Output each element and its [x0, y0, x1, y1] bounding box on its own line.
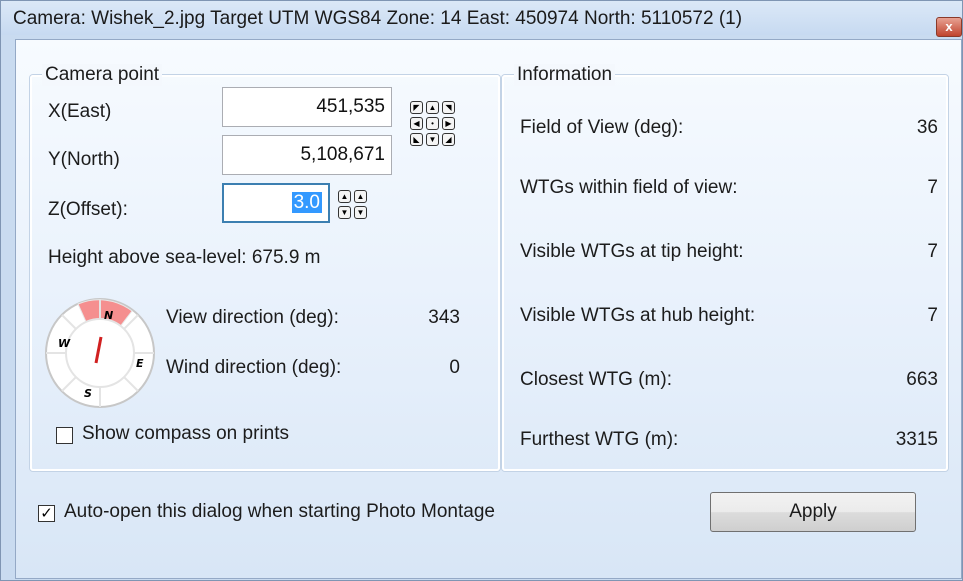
- y-north-label: Y(North): [48, 149, 120, 170]
- compass-south-letter: S: [84, 387, 92, 400]
- information-title: Information: [514, 64, 616, 86]
- wind-direction-label: Wind direction (deg):: [166, 357, 342, 378]
- pan-right-icon[interactable]: ▶: [442, 117, 455, 130]
- z-down-icon[interactable]: ▼: [354, 206, 367, 219]
- pan-up-right-icon[interactable]: ◥: [442, 101, 455, 114]
- checkmark-icon: ✓: [40, 505, 53, 522]
- z-down-fast-icon[interactable]: ▼: [338, 206, 351, 219]
- info-label-field-of-view: Field of View (deg):: [520, 117, 684, 138]
- compass-east-letter: E: [136, 357, 144, 370]
- compass-icon[interactable]: N W E S: [44, 297, 156, 409]
- window-title: Camera: Wishek_2.jpg Target UTM WGS84 Zo…: [13, 8, 743, 29]
- view-direction-label: View direction (deg):: [166, 307, 339, 328]
- x-east-label: X(East): [48, 101, 112, 122]
- information-group: Information Field of View (deg): 36 WTGs…: [502, 64, 948, 471]
- close-button[interactable]: x: [936, 17, 962, 37]
- wind-direction-value[interactable]: 0: [408, 357, 460, 379]
- dialog-window: Camera: Wishek_2.jpg Target UTM WGS84 Zo…: [0, 0, 963, 581]
- show-compass-checkbox[interactable]: [56, 427, 73, 444]
- pan-up-icon[interactable]: ▲: [426, 101, 439, 114]
- close-icon: x: [945, 19, 953, 34]
- info-value-closest-wtg: 663: [906, 369, 938, 390]
- z-offset-label: Z(Offset):: [48, 199, 128, 220]
- pan-down-icon[interactable]: ▼: [426, 133, 439, 146]
- info-label-wtgs-in-fov: WTGs within field of view:: [520, 177, 738, 198]
- dialog-body: Camera point X(East) 451,535 Y(North) 5,…: [15, 39, 962, 579]
- z-offset-spinner: ▲ ▲ ▼ ▼: [338, 190, 367, 219]
- pan-arrows: ◤ ▲ ◥ ◀ • ▶ ◣ ▼ ◢: [410, 101, 455, 146]
- camera-point-title: Camera point: [42, 64, 163, 86]
- info-value-field-of-view: 36: [916, 117, 938, 138]
- view-direction-value[interactable]: 343: [408, 307, 460, 329]
- z-up-fast-icon[interactable]: ▲: [338, 190, 351, 203]
- z-offset-input[interactable]: 3.0: [222, 183, 330, 223]
- info-value-furthest-wtg: 3315: [895, 429, 938, 450]
- info-label-closest-wtg: Closest WTG (m):: [520, 369, 672, 390]
- info-label-visible-hub: Visible WTGs at hub height:: [520, 305, 756, 326]
- x-east-input[interactable]: 451,535: [222, 87, 392, 127]
- compass-north-letter: N: [104, 309, 113, 322]
- z-offset-value: 3.0: [291, 192, 322, 213]
- pan-center-icon[interactable]: •: [426, 117, 439, 130]
- y-north-input[interactable]: 5,108,671: [222, 135, 392, 175]
- show-compass-label[interactable]: Show compass on prints: [82, 423, 289, 445]
- auto-open-label[interactable]: Auto-open this dialog when starting Phot…: [64, 501, 495, 523]
- z-up-icon[interactable]: ▲: [354, 190, 367, 203]
- pan-down-right-icon[interactable]: ◢: [442, 133, 455, 146]
- info-value-wtgs-in-fov: 7: [927, 177, 938, 198]
- auto-open-checkbox[interactable]: ✓: [38, 505, 55, 522]
- compass-west-letter: W: [58, 337, 71, 350]
- info-value-visible-tip: 7: [927, 241, 938, 262]
- camera-point-group: Camera point X(East) 451,535 Y(North) 5,…: [30, 64, 500, 471]
- pan-up-left-icon[interactable]: ◤: [410, 101, 423, 114]
- apply-button[interactable]: Apply: [710, 492, 916, 532]
- pan-left-icon[interactable]: ◀: [410, 117, 423, 130]
- info-value-visible-hub: 7: [927, 305, 938, 326]
- info-label-visible-tip: Visible WTGs at tip height:: [520, 241, 744, 262]
- pan-down-left-icon[interactable]: ◣: [410, 133, 423, 146]
- height-above-sea-level: Height above sea-level: 675.9 m: [48, 247, 321, 268]
- info-label-furthest-wtg: Furthest WTG (m):: [520, 429, 679, 450]
- title-bar[interactable]: Camera: Wishek_2.jpg Target UTM WGS84 Zo…: [1, 1, 962, 37]
